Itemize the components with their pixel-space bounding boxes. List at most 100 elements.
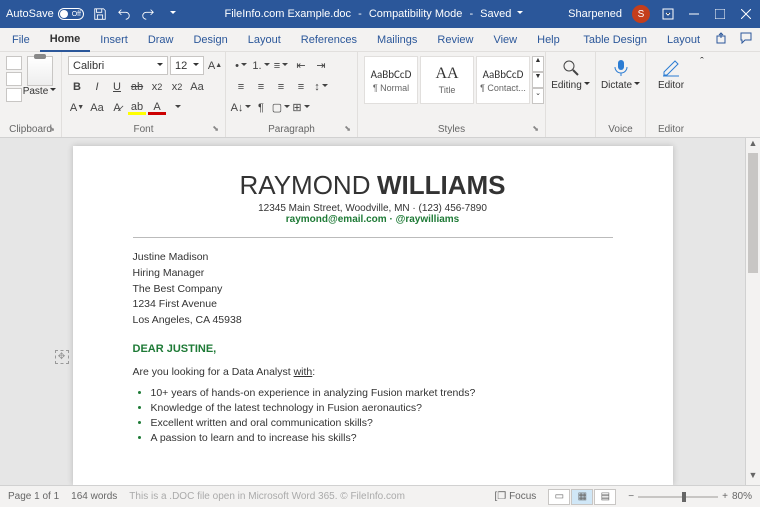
dec-indent-icon[interactable]: ⇤ xyxy=(292,56,310,75)
copy-icon[interactable] xyxy=(6,72,22,86)
italic-button[interactable]: I xyxy=(88,77,106,96)
share-icon[interactable] xyxy=(710,32,734,47)
show-marks-icon[interactable]: ¶ xyxy=(252,98,270,117)
grow-font-icon[interactable]: A▲ xyxy=(206,56,224,75)
zoom-slider[interactable] xyxy=(638,496,718,498)
document-page[interactable]: ✥ RAYMOND WILLIAMS 12345 Main Street, Wo… xyxy=(73,146,673,485)
font-size-select[interactable]: 12 xyxy=(170,56,204,75)
doc-filename: FileInfo.com Example.doc xyxy=(225,8,352,20)
multilevel-icon[interactable]: ≡ xyxy=(272,56,290,75)
line-spacing-icon[interactable]: ↕ xyxy=(312,77,330,96)
ribbon-options-icon[interactable] xyxy=(660,6,676,22)
chevron-down-icon xyxy=(155,60,163,72)
strike-button[interactable]: ab xyxy=(128,77,146,96)
minimize-icon[interactable] xyxy=(686,6,702,22)
clipboard-launcher-icon[interactable]: ⬊ xyxy=(48,124,55,133)
font-color-more-icon[interactable] xyxy=(168,98,186,117)
sort-icon[interactable]: A↓ xyxy=(232,98,250,117)
web-layout-icon[interactable]: ▤ xyxy=(594,489,616,505)
numbering-icon[interactable]: 1. xyxy=(252,56,270,75)
autosave-toggle[interactable]: Off xyxy=(58,8,84,20)
comments-icon[interactable] xyxy=(734,32,758,47)
zoom-in-button[interactable]: + xyxy=(722,491,728,502)
align-left-icon[interactable]: ≡ xyxy=(232,77,250,96)
vertical-scrollbar[interactable]: ▲ ▼ xyxy=(745,138,760,485)
format-painter-icon[interactable] xyxy=(6,88,22,102)
tab-mailings[interactable]: Mailings xyxy=(367,28,427,52)
align-center-icon[interactable]: ≡ xyxy=(252,77,270,96)
scroll-up-icon[interactable]: ▲ xyxy=(746,138,760,153)
tab-draw[interactable]: Draw xyxy=(138,28,184,52)
styles-down-icon[interactable]: ▼ xyxy=(532,72,544,88)
table-anchor-icon[interactable]: ✥ xyxy=(55,350,69,364)
dictate-button[interactable]: Dictate xyxy=(600,54,641,91)
avatar[interactable]: S xyxy=(632,5,650,23)
inc-indent-icon[interactable]: ⇥ xyxy=(312,56,330,75)
paste-button[interactable]: Paste xyxy=(22,54,57,97)
read-mode-icon[interactable]: ▭ xyxy=(548,489,570,505)
tab-table-design[interactable]: Table Design xyxy=(573,28,657,52)
compat-mode: Compatibility Mode xyxy=(369,8,463,20)
tab-review[interactable]: Review xyxy=(427,28,483,52)
text-effects-icon[interactable]: Aa xyxy=(188,77,206,96)
list-item: Excellent written and oral communication… xyxy=(151,417,613,429)
scroll-down-icon[interactable]: ▼ xyxy=(746,470,760,485)
bullet-list: 10+ years of hands-on experience in anal… xyxy=(151,387,613,444)
group-paragraph: Paragraph xyxy=(268,124,315,135)
page-indicator[interactable]: Page 1 of 1 xyxy=(8,491,59,502)
qat-more-icon[interactable] xyxy=(164,6,180,22)
redo-icon[interactable] xyxy=(140,6,156,22)
title-dropdown-icon[interactable] xyxy=(515,8,523,20)
scroll-thumb[interactable] xyxy=(748,153,758,273)
style-normal[interactable]: AaBbCcD¶ Normal xyxy=(364,56,418,104)
font-select[interactable]: Calibri xyxy=(68,56,168,75)
subscript-button[interactable]: x2 xyxy=(148,77,166,96)
bullets-icon[interactable]: • xyxy=(232,56,250,75)
clear-format-icon[interactable]: A̷ xyxy=(108,98,126,117)
bold-button[interactable]: B xyxy=(68,77,86,96)
font-launcher-icon[interactable]: ⬊ xyxy=(212,124,219,133)
editor-button[interactable]: Editor xyxy=(650,54,692,91)
zoom-level[interactable]: 80% xyxy=(732,491,752,502)
borders-icon[interactable]: ⊞ xyxy=(292,98,310,117)
zoom-out-button[interactable]: − xyxy=(628,491,634,502)
shading-icon[interactable]: ▢ xyxy=(272,98,290,117)
tab-insert[interactable]: Insert xyxy=(90,28,138,52)
highlight-color-button[interactable]: ab xyxy=(128,100,146,115)
font-color-button[interactable]: A xyxy=(148,100,166,115)
styles-launcher-icon[interactable]: ⬊ xyxy=(532,124,539,133)
tab-layout[interactable]: Layout xyxy=(238,28,291,52)
user-name[interactable]: Sharpened xyxy=(568,8,622,20)
para-launcher-icon[interactable]: ⬊ xyxy=(344,124,351,133)
tab-home[interactable]: Home xyxy=(40,28,91,52)
underline-button[interactable]: U xyxy=(108,77,126,96)
collapse-ribbon-icon[interactable]: ˆ xyxy=(696,52,708,137)
focus-mode-button[interactable]: [❐ Focus xyxy=(495,491,537,502)
tab-design[interactable]: Design xyxy=(183,28,237,52)
contact-line: raymond@email.com · @raywilliams xyxy=(133,214,613,225)
styles-more-icon[interactable]: ⌄ xyxy=(532,88,544,104)
tab-help[interactable]: Help xyxy=(527,28,570,52)
tab-view[interactable]: View xyxy=(483,28,527,52)
tab-references[interactable]: References xyxy=(291,28,367,52)
undo-icon[interactable] xyxy=(116,6,132,22)
close-icon[interactable] xyxy=(738,6,754,22)
justify-icon[interactable]: ≡ xyxy=(292,77,310,96)
print-layout-icon[interactable]: ▦ xyxy=(571,489,593,505)
cut-icon[interactable] xyxy=(6,56,22,70)
shrink-font-icon[interactable]: A▼ xyxy=(68,98,86,117)
word-count[interactable]: 164 words xyxy=(71,491,117,502)
style-contact[interactable]: AaBbCcD¶ Contact... xyxy=(476,56,530,104)
divider xyxy=(133,237,613,238)
align-right-icon[interactable]: ≡ xyxy=(272,77,290,96)
maximize-icon[interactable] xyxy=(712,6,728,22)
styles-up-icon[interactable]: ▲ xyxy=(532,56,544,72)
list-item: Knowledge of the latest technology in Fu… xyxy=(151,402,613,414)
change-case-icon[interactable]: Aa xyxy=(88,98,106,117)
save-icon[interactable] xyxy=(92,6,108,22)
editing-button[interactable]: Editing xyxy=(550,54,591,91)
style-title[interactable]: AATitle xyxy=(420,56,474,104)
tab-file[interactable]: File xyxy=(2,28,40,52)
tab-table-layout[interactable]: Layout xyxy=(657,28,710,52)
superscript-button[interactable]: x2 xyxy=(168,77,186,96)
